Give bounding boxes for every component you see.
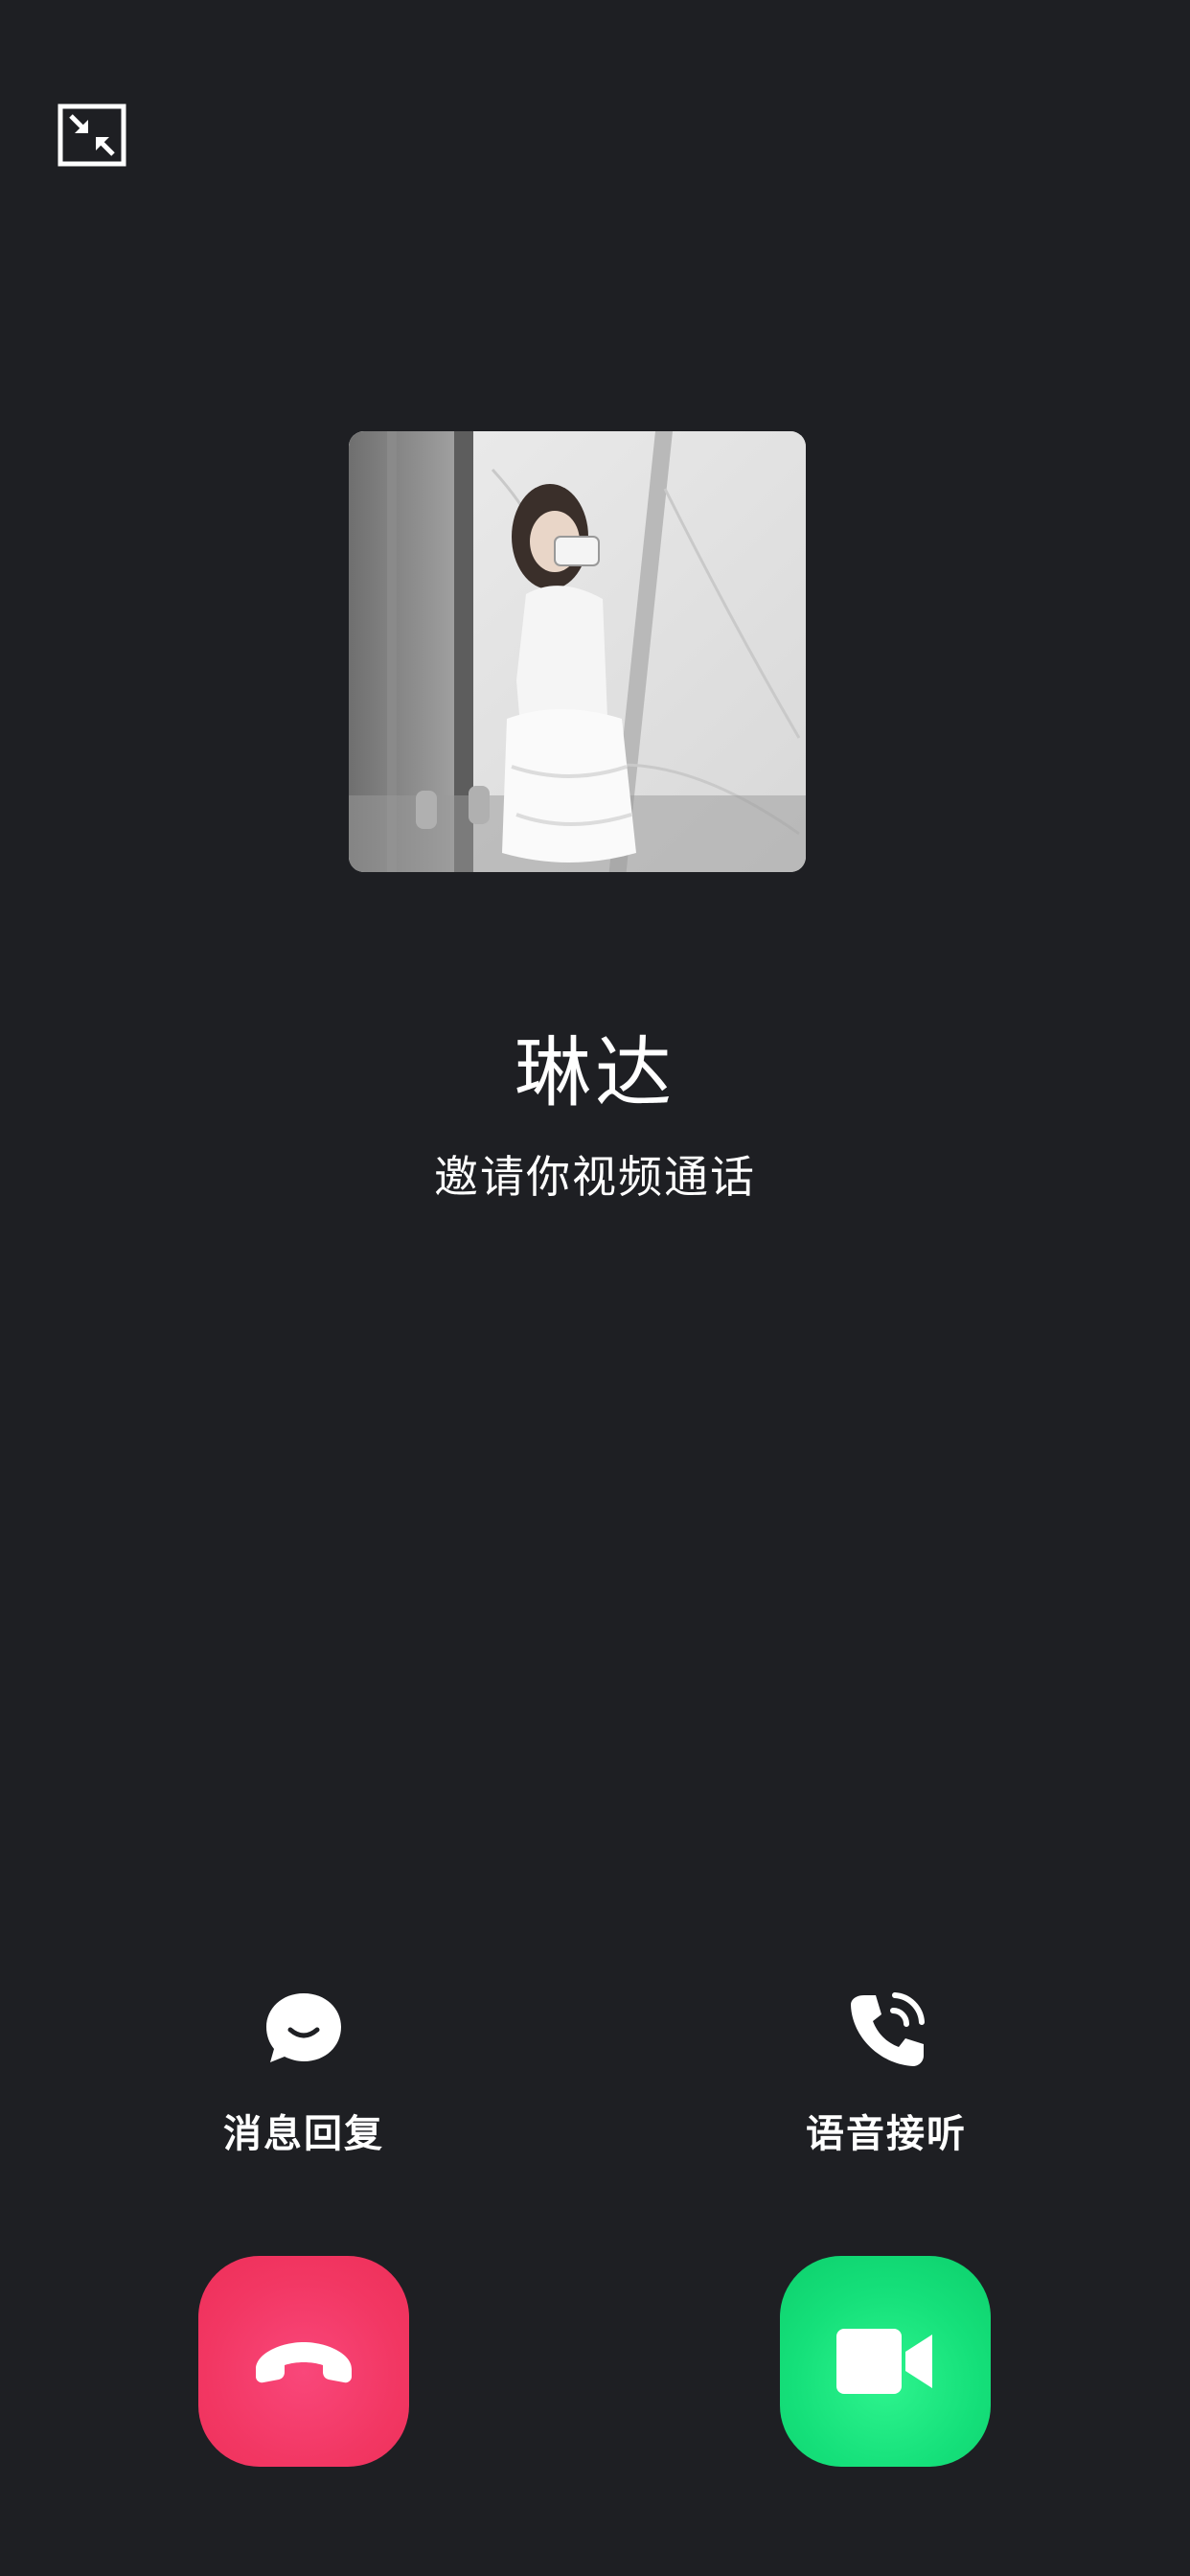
voice-answer-button[interactable]: 语音接听 [743,1986,1030,2158]
message-reply-label: 消息回复 [223,2112,384,2156]
minimize-button[interactable] [57,104,126,167]
decline-button[interactable] [198,2256,409,2467]
caller-name: 琳达 [515,1028,675,1117]
call-status-text: 邀请你视频通话 [434,1151,756,1203]
caller-avatar [349,431,806,872]
video-camera-icon [836,2329,932,2394]
minimize-icon [57,104,126,167]
hang-up-icon [256,2342,352,2383]
voice-answer-label: 语音接听 [806,2112,967,2156]
message-reply-button[interactable]: 消息回复 [160,1986,447,2158]
chat-bubble-icon [261,1986,347,2072]
incoming-video-call-screen: 琳达 邀请你视频通话 消息回复 语音接听 [0,0,1190,2576]
accept-video-button[interactable] [780,2256,991,2467]
phone-answer-icon [843,1986,929,2072]
